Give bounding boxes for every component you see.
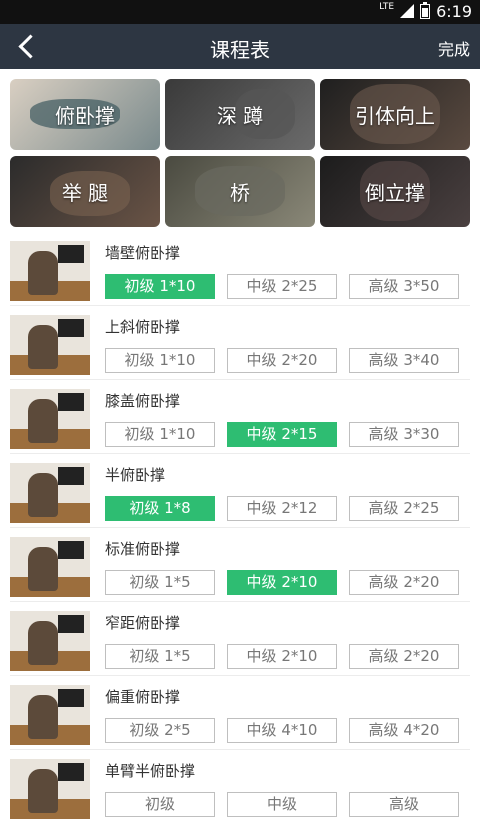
level-advanced-button[interactable]: 高级 3*50 — [349, 274, 459, 299]
signal-icon — [400, 3, 415, 19]
exercise-name: 窄距俯卧撑 — [105, 614, 181, 632]
exercise-thumbnail — [10, 241, 90, 301]
exercise-row: 半俯卧撑 初级 1*8 中级 2*12 高级 2*25 — [0, 454, 480, 528]
level-advanced-button[interactable]: 高级 3*30 — [349, 422, 459, 447]
battery-icon — [420, 2, 431, 19]
level-intermediate-button[interactable]: 中级 4*10 — [227, 718, 337, 743]
category-label: 俯卧撑 — [55, 104, 115, 128]
exercise-thumbnail — [10, 389, 90, 449]
category-tile-bridge[interactable]: 桥 — [165, 156, 315, 227]
level-intermediate-button[interactable]: 中级 — [227, 792, 337, 817]
exercise-name: 标准俯卧撑 — [105, 540, 181, 558]
exercise-row: 标准俯卧撑 初级 1*5 中级 2*10 高级 2*20 — [0, 528, 480, 602]
exercise-row: 偏重俯卧撑 初级 2*5 中级 4*10 高级 4*20 — [0, 676, 480, 750]
exercise-thumbnail — [10, 759, 90, 819]
level-intermediate-button[interactable]: 中级 2*10 — [227, 644, 337, 669]
exercise-thumbnail — [10, 685, 90, 745]
exercise-name: 单臂半俯卧撑 — [105, 762, 196, 780]
level-advanced-button[interactable]: 高级 4*20 — [349, 718, 459, 743]
level-advanced-button[interactable]: 高级 2*20 — [349, 570, 459, 595]
level-beginner-button[interactable]: 初级 1*10 — [105, 422, 215, 447]
exercise-thumbnail — [10, 315, 90, 375]
category-tile-pushup[interactable]: 俯卧撑 — [10, 79, 160, 150]
exercise-name: 膝盖俯卧撑 — [105, 392, 181, 410]
exercise-thumbnail — [10, 463, 90, 523]
level-intermediate-button[interactable]: 中级 2*12 — [227, 496, 337, 521]
level-beginner-button[interactable]: 初级 1*8 — [105, 496, 215, 521]
category-tile-pullup[interactable]: 引体向上 — [320, 79, 470, 150]
level-beginner-button[interactable]: 初级 2*5 — [105, 718, 215, 743]
exercise-name: 上斜俯卧撑 — [105, 318, 181, 336]
exercise-thumbnail — [10, 611, 90, 671]
exercise-row: 膝盖俯卧撑 初级 1*10 中级 2*15 高级 3*30 — [0, 380, 480, 454]
level-advanced-button[interactable]: 高级 2*25 — [349, 496, 459, 521]
exercise-row: 上斜俯卧撑 初级 1*10 中级 2*20 高级 3*40 — [0, 306, 480, 380]
level-beginner-button[interactable]: 初级 — [105, 792, 215, 817]
done-button[interactable]: 完成 — [438, 36, 470, 60]
exercise-name: 半俯卧撑 — [105, 466, 166, 484]
level-intermediate-button[interactable]: 中级 2*15 — [227, 422, 337, 447]
clock: 6:19 — [436, 2, 472, 21]
exercise-name: 偏重俯卧撑 — [105, 688, 181, 706]
nav-bar: 课程表 完成 — [0, 24, 480, 69]
exercise-row: 单臂半俯卧撑 初级 中级 高级 — [0, 750, 480, 824]
category-label: 倒立撑 — [365, 181, 425, 205]
category-label: 深 蹲 — [216, 104, 264, 128]
network-type: LTE — [379, 2, 395, 12]
category-tile-legraise[interactable]: 举 腿 — [10, 156, 160, 227]
exercise-thumbnail — [10, 537, 90, 597]
level-advanced-button[interactable]: 高级 3*40 — [349, 348, 459, 373]
category-tile-squat[interactable]: 深 蹲 — [165, 79, 315, 150]
level-intermediate-button[interactable]: 中级 2*25 — [227, 274, 337, 299]
level-beginner-button[interactable]: 初级 1*5 — [105, 570, 215, 595]
level-intermediate-button[interactable]: 中级 2*10 — [227, 570, 337, 595]
category-label: 桥 — [230, 181, 250, 205]
level-beginner-button[interactable]: 初级 1*10 — [105, 348, 215, 373]
level-advanced-button[interactable]: 高级 2*20 — [349, 644, 459, 669]
category-label: 引体向上 — [355, 104, 435, 128]
exercise-name: 墙壁俯卧撑 — [105, 244, 181, 262]
page-title: 课程表 — [210, 38, 270, 62]
exercise-row: 墙壁俯卧撑 初级 1*10 中级 2*25 高级 3*50 — [0, 232, 480, 306]
level-beginner-button[interactable]: 初级 1*5 — [105, 644, 215, 669]
level-advanced-button[interactable]: 高级 — [349, 792, 459, 817]
level-beginner-button[interactable]: 初级 1*10 — [105, 274, 215, 299]
status-bar: LTE 6:19 — [0, 0, 480, 24]
category-label: 举 腿 — [61, 181, 109, 205]
category-tile-handstand[interactable]: 倒立撑 — [320, 156, 470, 227]
level-intermediate-button[interactable]: 中级 2*20 — [227, 348, 337, 373]
exercise-row: 窄距俯卧撑 初级 1*5 中级 2*10 高级 2*20 — [0, 602, 480, 676]
